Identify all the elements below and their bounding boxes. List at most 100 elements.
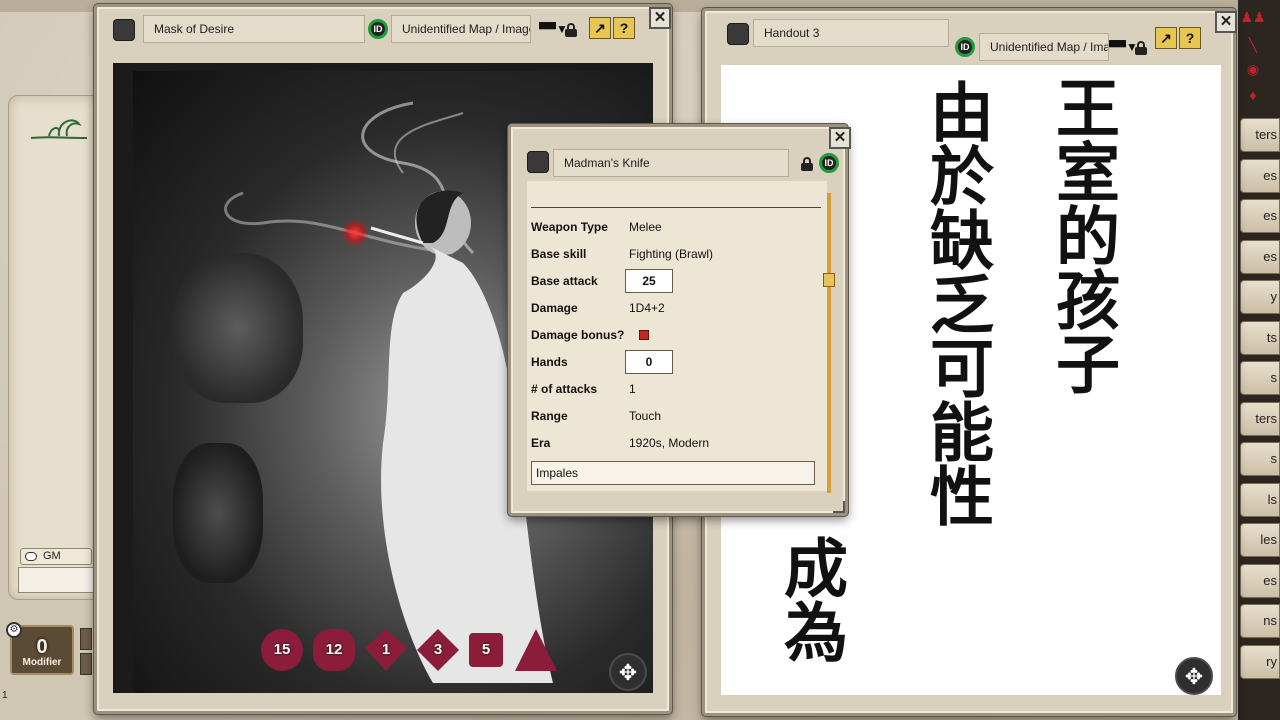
pointer-icon[interactable]: ╲ (1240, 34, 1266, 56)
hands-field[interactable]: 0 (625, 350, 673, 374)
calligraphy-column-1: 王室的孩子 (1045, 75, 1120, 395)
image-handout-titlebar: Mask of Desire ID Unidentified Map / Ima… (105, 13, 661, 45)
weapon-type-value[interactable]: Melee (629, 217, 662, 237)
chat-bubble-icon (25, 552, 37, 561)
d6-die[interactable]: 5 (469, 633, 503, 667)
modifier-label: Modifier (22, 657, 62, 668)
chat-entry-input[interactable] (18, 567, 94, 593)
weapon-type-label: Weapon Type (531, 220, 608, 234)
sidebar-button-1[interactable]: es (1240, 158, 1280, 193)
close-button[interactable]: ✕ (649, 7, 671, 29)
id-status-icon[interactable]: ID (819, 153, 839, 173)
damage-value[interactable]: 1D4+2 (629, 298, 665, 318)
sidebar-button-11[interactable]: es (1240, 563, 1280, 598)
scrollbar-thumb[interactable] (823, 273, 835, 287)
dice-tray: 15 12 1 3 5 (261, 629, 561, 673)
damage-label: Damage (531, 301, 578, 315)
id-status-icon[interactable]: ID (368, 19, 388, 39)
sidebar-button-12[interactable]: ns (1240, 604, 1280, 638)
close-button[interactable]: ✕ (1215, 11, 1237, 33)
base-skill-value[interactable]: Fighting (Brawl) (629, 244, 713, 264)
target-icon[interactable]: ◉ (1240, 58, 1266, 80)
popout-button[interactable]: ↗ (589, 17, 611, 39)
d10-die[interactable]: 1 (365, 629, 407, 671)
sidebar-button-2[interactable]: es (1240, 199, 1280, 233)
weapon-name-tab[interactable]: Madman's Knife (553, 149, 789, 177)
hands-label: Hands (531, 355, 568, 369)
record-divider (531, 207, 821, 208)
era-value[interactable]: 1920s, Modern (629, 433, 709, 453)
chat-panel (8, 95, 98, 600)
share-icon[interactable]: ▀▀▼ (1109, 41, 1138, 55)
damage-bonus-label: Damage bonus? (531, 328, 625, 342)
sidebar-button-3[interactable]: es (1240, 239, 1280, 274)
handout-type-icon (113, 19, 135, 41)
bottom-counter: 1 (2, 690, 8, 701)
sidebar-button-10[interactable]: les (1240, 523, 1280, 557)
range-label: Range (531, 409, 568, 423)
lock-icon[interactable] (565, 23, 577, 37)
calligraphy-column-2: 由於缺乏可能性 (919, 79, 994, 527)
weapon-name: Madman's Knife (564, 156, 650, 170)
base-attack-field[interactable]: 25 (625, 269, 673, 293)
sidebar-button-5[interactable]: ts (1240, 320, 1280, 355)
base-skill-label: Base skill (531, 247, 587, 261)
weapon-record-window: Madman's Knife ID ✕ Weapon Type Melee Ba… (508, 124, 851, 516)
lock-icon[interactable] (1135, 41, 1147, 55)
modifier-value: 0 (36, 636, 48, 658)
share-icon[interactable]: ▀▀▼ (539, 23, 568, 37)
image-handout-type: Unidentified Map / Image (402, 22, 531, 36)
modifier-side-button-top[interactable] (80, 628, 92, 650)
d4-die[interactable] (515, 629, 557, 671)
chat-speaker-tag[interactable]: GM (20, 548, 92, 565)
help-button[interactable]: ? (613, 17, 635, 39)
damage-bonus-checkbox[interactable] (639, 330, 649, 340)
image-handout-name-tab[interactable]: Mask of Desire (143, 15, 365, 43)
help-button[interactable]: ? (1179, 27, 1201, 49)
record-type-icon (527, 151, 549, 173)
d12-die[interactable]: 12 (313, 629, 355, 671)
attacks-label: # of attacks (531, 382, 598, 396)
party-icon[interactable]: ♟♟ (1240, 6, 1266, 28)
sidebar-button-13[interactable]: ry (1240, 644, 1280, 679)
popout-button[interactable]: ↗ (1155, 27, 1177, 49)
scrollbar[interactable] (827, 193, 831, 493)
modifier-side-button-bottom[interactable] (80, 653, 92, 675)
sidebar-button-6[interactable]: s (1240, 361, 1280, 395)
id-status-icon[interactable]: ID (955, 37, 975, 57)
weapon-record-titlebar: Madman's Knife ID (519, 133, 839, 177)
attacks-value[interactable]: 1 (629, 379, 636, 399)
text-handout-titlebar: Handout 3 ID Unidentified Map / Image ▀▀… (713, 17, 1225, 61)
d20-die[interactable]: 15 (261, 629, 303, 671)
sidebar-button-4[interactable]: y (1240, 280, 1280, 314)
d8-die[interactable]: 3 (417, 629, 459, 671)
close-button[interactable]: ✕ (829, 127, 851, 149)
image-handout-type-tab[interactable]: Unidentified Map / Image (391, 15, 531, 43)
lock-icon[interactable] (801, 157, 813, 171)
cigarette-glow (341, 219, 369, 247)
settings-gear-icon[interactable]: ⚙ (6, 622, 22, 638)
sidebar-button-8[interactable]: s (1240, 442, 1280, 476)
text-handout-name: Handout 3 (764, 26, 820, 40)
resize-grip-icon[interactable] (833, 501, 845, 513)
text-handout-name-tab[interactable]: Handout 3 (753, 19, 949, 47)
mask-shape (173, 443, 263, 583)
chat-speaker-label: GM (43, 550, 61, 562)
base-attack-label: Base attack (531, 274, 598, 288)
move-button[interactable]: ✥ (1175, 657, 1213, 695)
calligraphy-column-3: 成為 (773, 535, 848, 663)
text-handout-type-tab[interactable]: Unidentified Map / Image (979, 33, 1109, 61)
move-button[interactable]: ✥ (609, 653, 647, 691)
notes-field[interactable]: Impales (531, 461, 815, 485)
image-handout-name: Mask of Desire (154, 22, 235, 36)
ribbon-icon[interactable]: ♦ (1240, 84, 1266, 106)
sidebar-button-9[interactable]: ls (1240, 482, 1280, 517)
era-label: Era (531, 436, 551, 450)
demon-mask-shape (173, 253, 303, 403)
sidebar-button-0[interactable]: ters (1240, 118, 1280, 152)
sidebar-button-7[interactable]: ters (1240, 401, 1280, 436)
chat-ornament-icon (30, 119, 88, 139)
text-handout-type: Unidentified Map / Image (990, 40, 1108, 54)
handout-type-icon (727, 23, 749, 45)
range-value[interactable]: Touch (629, 406, 661, 426)
